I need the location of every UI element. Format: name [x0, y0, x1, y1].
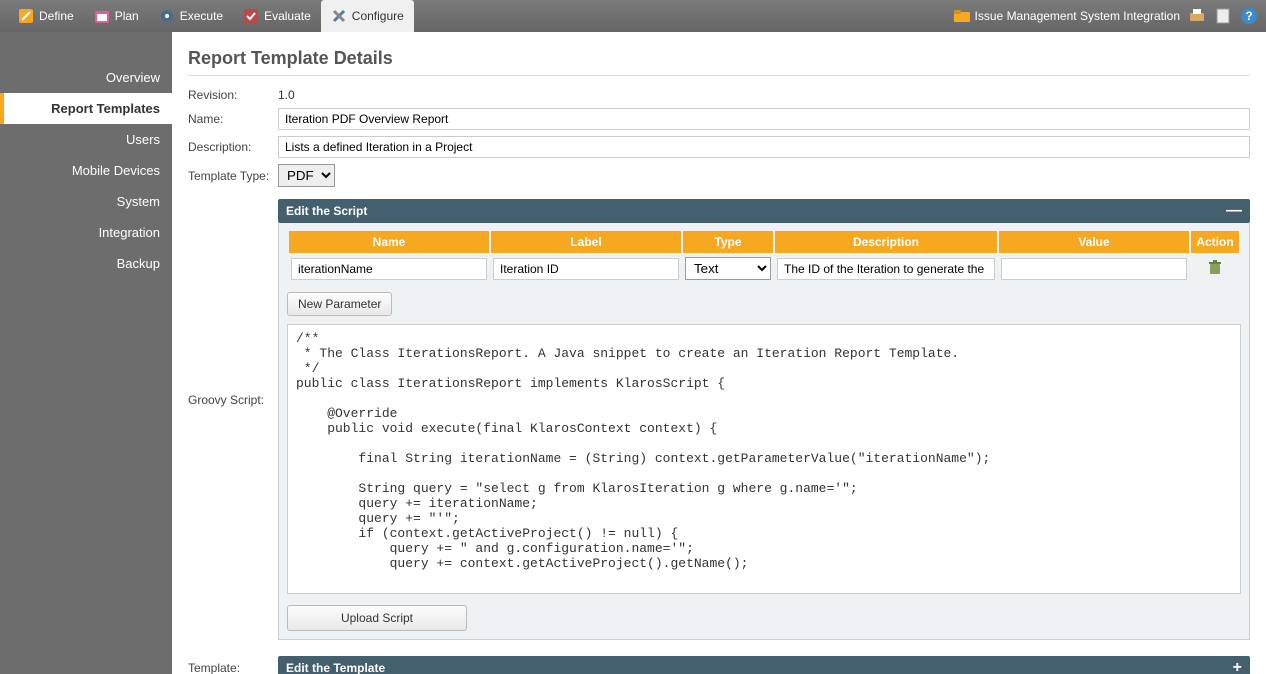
collapse-icon[interactable]: — — [1226, 206, 1242, 216]
param-desc-input[interactable] — [777, 258, 995, 280]
sidebar-item-backup[interactable]: Backup — [0, 248, 172, 279]
param-value-input[interactable] — [1001, 258, 1187, 280]
param-name-input[interactable] — [291, 258, 487, 280]
gear-icon — [159, 8, 175, 24]
tools-icon — [331, 8, 347, 24]
nav-label: Configure — [352, 9, 404, 23]
issue-mgmt-link[interactable]: Issue Management System Integration — [954, 9, 1180, 23]
nav-label: Execute — [180, 9, 223, 23]
pencil-icon — [18, 8, 34, 24]
groovy-label: Groovy Script: — [188, 193, 278, 407]
page-title: Report Template Details — [188, 48, 1250, 76]
col-name: Name — [289, 231, 489, 253]
nav-label: Define — [39, 9, 74, 23]
content: Report Template Details Revision: 1.0 Na… — [172, 32, 1266, 674]
name-label: Name: — [188, 112, 278, 126]
col-value: Value — [999, 231, 1189, 253]
sidebar-item-mobile-devices[interactable]: Mobile Devices — [0, 155, 172, 186]
nav-plan[interactable]: Plan — [84, 0, 149, 32]
col-label: Label — [491, 231, 681, 253]
folder-icon — [954, 9, 970, 23]
col-type: Type — [683, 231, 773, 253]
template-label: Template: — [188, 661, 278, 674]
param-type-select[interactable]: Text — [685, 257, 771, 280]
params-table: Name Label Type Description Value Action — [287, 231, 1241, 284]
nav-label: Plan — [115, 9, 139, 23]
expand-icon[interactable]: + — [1233, 663, 1242, 673]
template-panel-title: Edit the Template — [286, 661, 385, 674]
sidebar-item-integration[interactable]: Integration — [0, 217, 172, 248]
sidebar: Overview Report Templates Users Mobile D… — [0, 32, 172, 674]
param-label-input[interactable] — [493, 258, 679, 280]
nav-label: Evaluate — [264, 9, 311, 23]
template-type-label: Template Type: — [188, 169, 278, 183]
param-row: Text — [289, 253, 1239, 284]
description-input[interactable] — [278, 136, 1250, 158]
template-panel-header[interactable]: Edit the Template + — [278, 656, 1250, 674]
new-parameter-button[interactable]: New Parameter — [287, 292, 392, 316]
check-icon — [243, 8, 259, 24]
revision-value: 1.0 — [278, 88, 295, 102]
template-type-select[interactable]: PDF — [278, 164, 335, 187]
trash-icon[interactable] — [1207, 259, 1223, 275]
page-icon[interactable] — [1214, 7, 1232, 25]
sidebar-item-users[interactable]: Users — [0, 124, 172, 155]
sidebar-item-system[interactable]: System — [0, 186, 172, 217]
calendar-icon — [94, 8, 110, 24]
name-input[interactable] — [278, 108, 1250, 130]
nav-configure[interactable]: Configure — [321, 0, 414, 32]
nav-evaluate[interactable]: Evaluate — [233, 0, 321, 32]
script-panel-title: Edit the Script — [286, 204, 367, 218]
description-label: Description: — [188, 140, 278, 154]
script-panel-header[interactable]: Edit the Script — — [278, 199, 1250, 223]
help-icon[interactable]: ? — [1240, 7, 1258, 25]
svg-text:?: ? — [1245, 9, 1252, 23]
sidebar-item-overview[interactable]: Overview — [0, 62, 172, 93]
revision-label: Revision: — [188, 88, 278, 102]
upload-script-button[interactable]: Upload Script — [287, 605, 467, 631]
nav-execute[interactable]: Execute — [149, 0, 233, 32]
col-description: Description — [775, 231, 997, 253]
topbar: Define Plan Execute Evaluate Configure I… — [0, 0, 1266, 32]
col-action: Action — [1191, 231, 1239, 253]
script-textarea[interactable] — [287, 324, 1241, 594]
print-icon[interactable] — [1188, 7, 1206, 25]
nav-define[interactable]: Define — [8, 0, 84, 32]
sidebar-item-report-templates[interactable]: Report Templates — [0, 93, 172, 124]
